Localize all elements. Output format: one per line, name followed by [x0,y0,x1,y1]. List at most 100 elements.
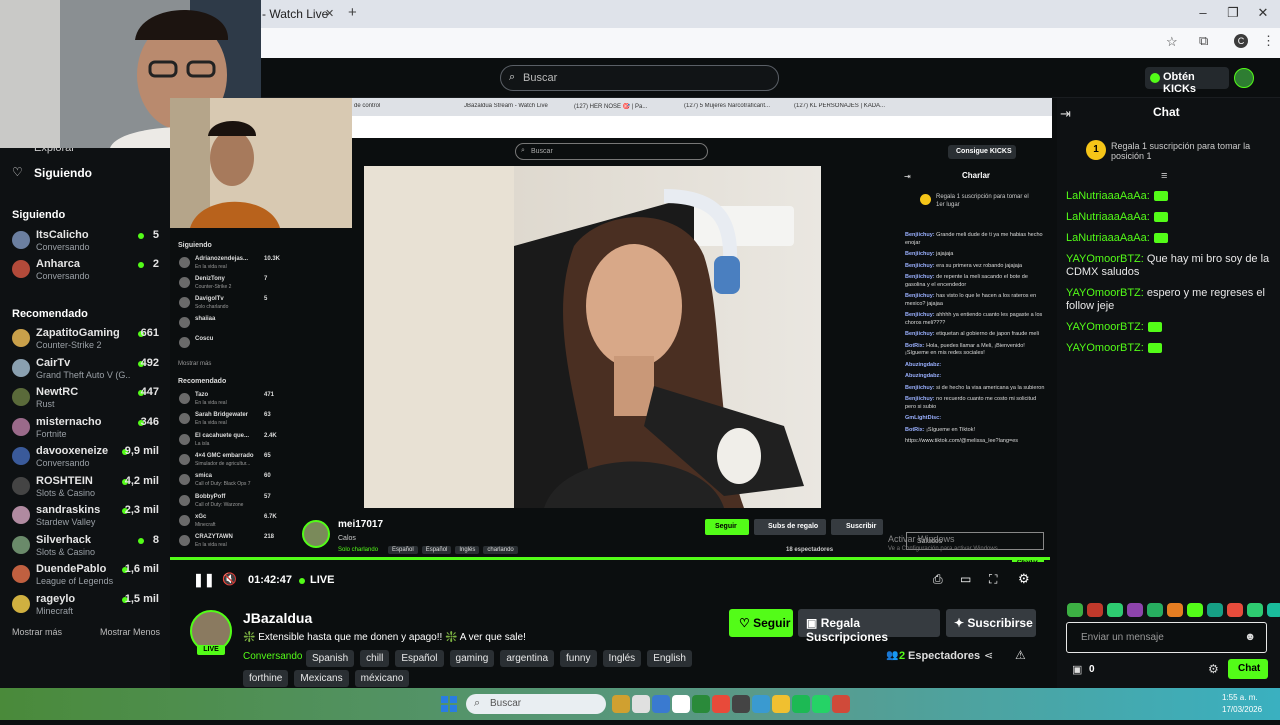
taskbar-app-icon[interactable] [692,695,710,713]
chat-username[interactable]: LaNutriaaaAaAa: [1066,211,1150,223]
inner-chat-text: si de hecho la visa americana ya la subi… [934,384,1045,391]
inner-gift-label: Subs de regalo [768,523,819,530]
emote-icon[interactable] [1227,603,1243,617]
search-icon: ⌕ [509,71,516,83]
emote-icon[interactable] [1187,603,1203,617]
mute-icon[interactable]: 🔇 [222,572,237,586]
kicks-wallet-icon[interactable]: ▣ [1072,663,1082,676]
stream-category[interactable]: Conversando [243,651,302,662]
sidebar-channel-name[interactable]: ROSHTEIN [36,475,93,487]
sidebar-channel-name[interactable]: Silverhack [36,534,91,546]
maximize-button[interactable]: ❐ [1218,5,1248,21]
sidebar-viewer-count: 661 [140,327,159,339]
sidebar-channel-name[interactable]: ItsCalicho [36,229,89,241]
emote-icon[interactable] [1127,603,1143,617]
sidebar-following-nav[interactable]: Siguiendo [34,166,92,180]
sidebar-channel-name[interactable]: sandraskins [36,504,100,516]
video-player[interactable] [364,166,821,508]
bookmark-star-icon[interactable]: ☆ [1166,34,1178,50]
follow-button[interactable]: ♡ Seguir [729,609,793,637]
stream-tag[interactable]: forthine [243,670,289,687]
windows-start-icon[interactable] [441,696,457,712]
stream-tag[interactable]: méxicano [354,670,410,687]
sidebar-channel-name[interactable]: DuendePablo [36,563,106,575]
stream-tag[interactable]: chill [360,650,390,667]
profile-avatar[interactable]: C [1234,34,1248,48]
emote-icon[interactable] [1267,603,1280,617]
emote-icon[interactable] [1207,603,1223,617]
chat-message: YAYOmoorBTZ: [1066,342,1271,355]
extensions-icon[interactable]: ⧉ [1199,33,1208,49]
stream-tag[interactable]: argentina [500,650,555,667]
pause-icon[interactable]: ❚❚ [193,572,215,588]
settings-icon[interactable]: ⚙ [1018,571,1030,587]
chat-username[interactable]: YAYOmoorBTZ: [1066,253,1144,265]
show-less-link[interactable]: Mostrar Menos [100,627,160,637]
taskbar-app-icon[interactable] [772,695,790,713]
subscribe-button[interactable]: ✦ Suscribirse [946,609,1036,637]
chat-input[interactable]: Enviar un mensaje ☻ [1066,622,1267,653]
share-icon[interactable]: ⋖ [984,649,993,662]
browser-menu-icon[interactable]: ⋮ [1262,33,1275,49]
inner-chat-message: Abuzingdabz: [905,373,1045,381]
close-window-button[interactable]: ✕ [1248,5,1278,21]
taskbar-app-icon[interactable] [712,695,730,713]
emoji-icon[interactable]: ☻ [1244,631,1256,643]
progress-bar[interactable] [170,557,1050,560]
chat-menu-icon[interactable]: ≡ [1161,170,1167,182]
taskbar-app-icon[interactable] [792,695,810,713]
stream-tag[interactable]: English [647,650,692,667]
taskbar-app-icon[interactable] [812,695,830,713]
emote-icon[interactable] [1067,603,1083,617]
chat-send-button[interactable]: Chat [1228,659,1268,679]
taskbar-app-icon[interactable] [612,695,630,713]
sidebar-channel-name[interactable]: CairTv [36,357,70,369]
emote-icon[interactable] [1087,603,1103,617]
taskbar-app-icon[interactable] [752,695,770,713]
tab-close-icon[interactable]: ✕ [325,7,334,20]
get-kicks-button[interactable]: Obtén KICKs [1145,67,1229,95]
stream-tag[interactable]: gaming [449,650,495,667]
taskbar-app-icon[interactable] [652,695,670,713]
emote-icon[interactable] [1167,603,1183,617]
gift-subs-button[interactable]: ▣ Regala Suscripciones [798,609,940,644]
sidebar-channel-name[interactable]: ZapatitoGaming [36,327,120,339]
collapse-chat-icon[interactable]: ⇥ [1060,106,1071,122]
channel-name[interactable]: JBazaldua [243,610,312,626]
sidebar-channel-name[interactable]: NewtRC [36,386,78,398]
clip-icon[interactable]: ⎙ [933,572,943,587]
taskbar-app-icon[interactable] [672,695,690,713]
stream-tag[interactable]: Inglés [602,650,642,667]
sidebar-channel-name[interactable]: rageylo [36,593,75,605]
chat-username[interactable]: LaNutriaaaAaAa: [1066,190,1150,202]
theater-mode-icon[interactable]: ▭ [960,572,971,586]
new-tab-button[interactable]: + [348,4,357,21]
fullscreen-icon[interactable]: ⛶ [989,572,997,587]
sidebar-channel-name[interactable]: davooxeneize [36,445,108,457]
taskbar-app-icon[interactable] [732,695,750,713]
stream-tag[interactable]: Español [395,650,444,667]
user-avatar[interactable] [1234,68,1254,88]
show-more-link[interactable]: Mostrar más [12,627,62,637]
emote-icon[interactable] [1247,603,1263,617]
minimize-button[interactable]: – [1188,5,1218,20]
chat-settings-icon[interactable]: ⚙ [1208,662,1219,676]
taskbar-app-icon[interactable] [832,695,850,713]
emote-icon[interactable] [1107,603,1123,617]
sidebar-channel-name[interactable]: misternacho [36,416,101,428]
taskbar-search[interactable]: ⌕ Buscar [466,694,606,714]
search-input[interactable]: ⌕ Buscar [500,65,779,91]
stream-tag[interactable]: Mexicans [294,670,349,687]
inner-chat-message: Benjiichuy: has visto lo que le hacen a … [905,293,1045,308]
chat-username[interactable]: LaNutriaaaAaAa: [1066,232,1150,244]
sidebar-channel-name[interactable]: Anharca [36,258,80,270]
stream-tag[interactable]: funny [560,650,597,667]
report-icon[interactable]: ⚠ [1015,648,1026,662]
chat-username[interactable]: YAYOmoorBTZ: [1066,287,1144,299]
emote-icon[interactable] [1147,603,1163,617]
taskbar-app-icon[interactable] [632,695,650,713]
chat-username[interactable]: YAYOmoorBTZ: [1066,321,1144,333]
chat-username[interactable]: YAYOmoorBTZ: [1066,342,1144,354]
browser-tab-title[interactable]: - Watch Live [262,7,328,21]
stream-tag[interactable]: Spanish [306,650,355,667]
